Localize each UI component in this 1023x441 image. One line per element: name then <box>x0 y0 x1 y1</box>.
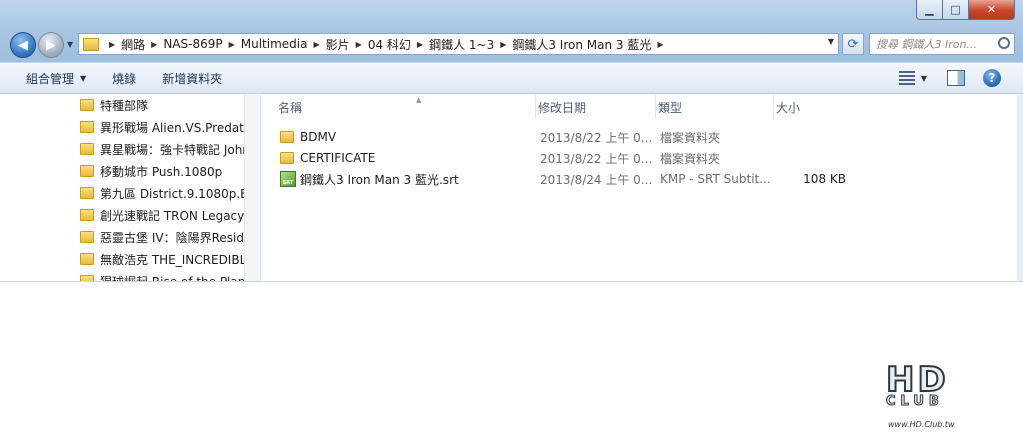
breadcrumb-item[interactable]: 影片 <box>326 36 350 53</box>
folder-icon <box>80 99 94 111</box>
view-options-icon[interactable] <box>898 71 915 85</box>
file-type-cell: 檔案資料夾 <box>660 151 721 166</box>
organize-label: 組合管理 <box>26 71 75 86</box>
file-date-cell: 2013/8/24 上午 0... <box>540 172 653 187</box>
logo-sub-text: CLUB <box>886 394 944 410</box>
new-folder-label: 新增資料夾 <box>162 71 223 86</box>
nav-folder-item[interactable]: 第九區 District.9.1080p.Blu <box>80 183 244 203</box>
column-header-date[interactable]: 修改日期 <box>538 95 656 119</box>
maximize-button[interactable]: □ <box>943 0 969 20</box>
pane-splitter[interactable] <box>244 95 261 281</box>
folder-icon <box>80 121 94 133</box>
help-icon[interactable]: ? <box>983 69 1001 87</box>
chevron-down-icon: ▼ <box>80 73 87 83</box>
search-icon[interactable] <box>998 37 1010 49</box>
new-folder-button[interactable]: 新增資料夾 <box>162 70 222 87</box>
sort-ascending-icon: ▲ <box>416 96 422 104</box>
search-input[interactable] <box>876 37 994 51</box>
folder-icon <box>80 209 94 221</box>
breadcrumb: ▶ 網路 ▶ NAS-869P ▶ Multimedia ▶ 影片 ▶ 04 科… <box>103 36 670 53</box>
command-bar: 組合管理 ▼ 燒錄 新增資料夾 ▼ ? <box>0 62 1023 94</box>
breadcrumb-item[interactable]: 04 科幻 <box>368 36 411 53</box>
folder-icon <box>80 253 94 265</box>
navigation-pane: 特種部隊 異形戰場 Alien.VS.Predator 異星戰場：強卡特戰記 J… <box>0 95 244 281</box>
file-size-cell: 108 KB <box>803 172 846 186</box>
table-row[interactable]: CERTIFICATE 2013/8/22 上午 0... 檔案資料夾 <box>278 148 848 168</box>
table-row[interactable]: SRT 鋼鐵人3 Iron Man 3 藍光.srt 2013/8/24 上午 … <box>278 169 848 189</box>
nav-folder-item[interactable]: 無敵浩克 THE_INCREDIBLE <box>80 249 244 269</box>
nav-folder-item[interactable]: 異形戰場 Alien.VS.Predator <box>80 117 244 137</box>
file-type-cell: KMP - SRT Subtit... <box>660 172 771 186</box>
folder-icon <box>80 275 94 281</box>
breadcrumb-item[interactable]: NAS-869P <box>163 37 222 51</box>
folder-icon <box>280 131 294 143</box>
hdclub-logo: HD CLUB www.HD.Club.tw <box>880 352 980 434</box>
search-box[interactable] <box>869 33 1015 55</box>
arrow-left-icon: ◀ <box>18 37 28 53</box>
column-header-size[interactable]: 大小 <box>776 95 848 119</box>
preview-pane-icon[interactable] <box>947 70 965 86</box>
file-type-cell: 檔案資料夾 <box>660 130 721 145</box>
folder-icon <box>80 187 94 199</box>
organize-button[interactable]: 組合管理 ▼ <box>26 70 86 87</box>
chevron-right-icon[interactable]: ▶ <box>417 40 423 49</box>
file-name-cell: BDMV <box>280 127 336 147</box>
burn-button[interactable]: 燒錄 <box>112 70 136 87</box>
file-name-cell: CERTIFICATE <box>280 148 375 168</box>
chevron-right-icon[interactable]: ▶ <box>500 40 506 49</box>
forward-button[interactable]: ▶ <box>38 32 64 58</box>
view-controls: ▼ ? <box>898 69 1001 87</box>
folder-icon <box>80 165 94 177</box>
burn-label: 燒錄 <box>112 71 137 86</box>
arrow-right-icon: ▶ <box>46 37 56 53</box>
breadcrumb-item[interactable]: 鋼鐵人 1~3 <box>429 36 494 53</box>
nav-folder-item[interactable]: 創光速戰記 TRON Legacy <box>80 205 244 225</box>
breadcrumb-item[interactable]: 網路 <box>121 36 145 53</box>
recent-pages-dropdown[interactable]: ▼ <box>67 40 73 49</box>
srt-file-icon: SRT <box>280 171 296 187</box>
minimize-button[interactable]: ▁ <box>916 0 943 20</box>
nav-folder-item[interactable]: 特種部隊 <box>80 95 244 115</box>
folder-icon <box>80 143 94 155</box>
folder-icon <box>83 37 99 51</box>
nav-folder-item[interactable]: 移動城市 Push.1080p <box>80 161 244 181</box>
chevron-right-icon[interactable]: ▶ <box>657 40 663 49</box>
vertical-scrollbar[interactable] <box>1017 95 1023 281</box>
chevron-right-icon[interactable]: ▶ <box>356 40 362 49</box>
folder-icon <box>280 152 294 164</box>
nav-folder-item[interactable]: 猩球崛起 Rise of the Plane <box>80 271 244 281</box>
explorer-window: ▁ □ ✕ ◀ ▶ ▼ ▶ 網路 ▶ NAS-869P ▶ Multimedia… <box>0 0 1023 282</box>
chevron-right-icon[interactable]: ▶ <box>151 40 157 49</box>
window-controls: ▁ □ ✕ <box>916 0 1015 20</box>
title-bar: ▁ □ ✕ ◀ ▶ ▼ ▶ 網路 ▶ NAS-869P ▶ Multimedia… <box>0 0 1023 62</box>
chevron-right-icon[interactable]: ▶ <box>229 40 235 49</box>
column-header-name[interactable]: 名稱 ▲ <box>278 95 536 119</box>
column-header-type[interactable]: 類型 <box>658 95 774 119</box>
file-date-cell: 2013/8/22 上午 0... <box>540 151 653 166</box>
chevron-down-icon[interactable]: ▼ <box>828 37 834 46</box>
breadcrumb-item[interactable]: Multimedia <box>241 37 308 51</box>
file-name-cell: SRT 鋼鐵人3 Iron Man 3 藍光.srt <box>280 169 459 189</box>
file-list: 名稱 ▲ 修改日期 類型 大小 BDMV 2013/8/22 上午 0... 檔… <box>262 95 1023 281</box>
folder-icon <box>80 231 94 243</box>
back-button[interactable]: ◀ <box>10 32 36 58</box>
logo-site-text: www.HD.Club.tw <box>888 420 955 429</box>
file-date-cell: 2013/8/22 上午 0... <box>540 130 653 145</box>
breadcrumb-item[interactable]: 鋼鐵人3 Iron Man 3 藍光 <box>512 36 651 53</box>
address-bar[interactable]: ▶ 網路 ▶ NAS-869P ▶ Multimedia ▶ 影片 ▶ 04 科… <box>78 33 839 55</box>
refresh-icon: ⟳ <box>847 36 859 52</box>
chevron-right-icon[interactable]: ▶ <box>109 40 115 49</box>
chevron-right-icon[interactable]: ▶ <box>313 40 319 49</box>
chevron-down-icon[interactable]: ▼ <box>921 74 927 83</box>
refresh-button[interactable]: ⟳ <box>842 33 864 55</box>
table-row[interactable]: BDMV 2013/8/22 上午 0... 檔案資料夾 <box>278 127 848 147</box>
nav-folder-item[interactable]: 異星戰場：強卡特戰記 John <box>80 139 244 159</box>
close-button[interactable]: ✕ <box>969 0 1015 20</box>
nav-folder-item[interactable]: 惡靈古堡 IV：陰陽界Reside <box>80 227 244 247</box>
